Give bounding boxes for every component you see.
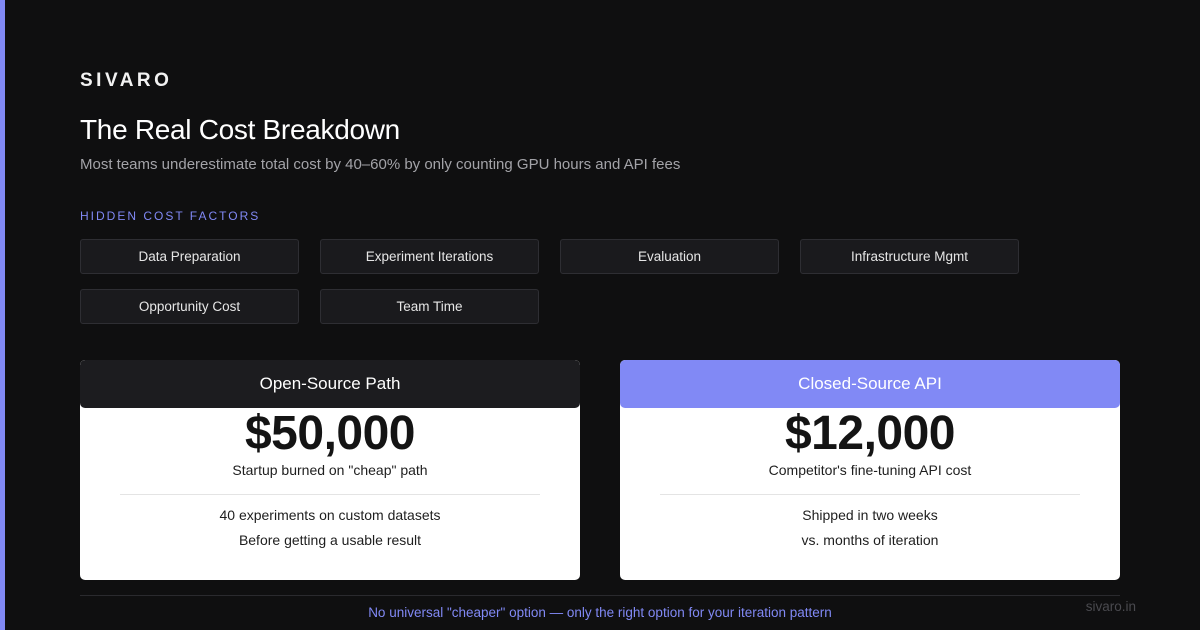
hidden-cost-factors-label: HIDDEN COST FACTORS <box>80 209 261 223</box>
closed-source-detail-2: vs. months of iteration <box>801 532 939 548</box>
footer-domain: sivaro.in <box>1085 599 1136 614</box>
open-source-price: $50,000 <box>244 407 416 460</box>
factor-chip-evaluation: Evaluation <box>560 239 779 274</box>
open-source-detail-1: 40 experiments on custom datasets <box>219 507 441 523</box>
factor-chip-opportunity-cost: Opportunity Cost <box>80 289 299 324</box>
card-divider <box>120 494 540 495</box>
footer-divider <box>80 595 1120 596</box>
factor-chip-data-preparation: Data Preparation <box>80 239 299 274</box>
card-divider <box>660 494 1080 495</box>
closed-source-card-header: Closed-Source API <box>620 360 1120 408</box>
page-subtitle: Most teams underestimate total cost by 4… <box>80 156 681 173</box>
page-title: The Real Cost Breakdown <box>80 114 400 145</box>
closed-source-api-card: Closed-Source API $12,000 Competitor's f… <box>620 360 1120 580</box>
footer-note: No universal "cheaper" option — only the… <box>368 605 832 620</box>
open-source-price-caption: Startup burned on "cheap" path <box>232 462 428 478</box>
open-source-path-card: Open-Source Path $50,000 Startup burned … <box>80 360 580 580</box>
factor-chip-experiment-iterations: Experiment Iterations <box>320 239 539 274</box>
factor-chip-team-time: Team Time <box>320 289 539 324</box>
left-accent-bar <box>0 0 5 630</box>
closed-source-price: $12,000 <box>784 407 956 460</box>
slide: SIVARO The Real Cost Breakdown Most team… <box>80 0 1136 630</box>
closed-source-detail-1: Shipped in two weeks <box>802 507 938 523</box>
open-source-detail-2: Before getting a usable result <box>238 532 422 548</box>
brand-logo-text: SIVARO <box>80 70 173 91</box>
closed-source-price-caption: Competitor's fine-tuning API cost <box>768 462 972 478</box>
open-source-card-header: Open-Source Path <box>80 360 580 408</box>
factor-chip-infrastructure-mgmt: Infrastructure Mgmt <box>800 239 1019 274</box>
